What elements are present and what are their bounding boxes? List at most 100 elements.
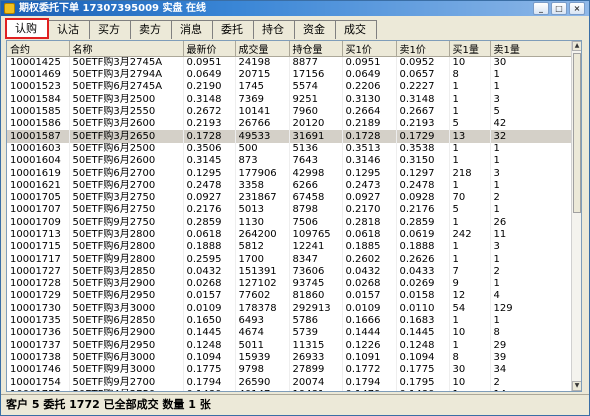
cell-bid1-price: 0.3146 bbox=[342, 155, 397, 168]
table-row[interactable]: 10001715 50ETF购6月2800 0.1888 5812 12241 0.188… bbox=[7, 241, 573, 254]
cell-ask1-price: 0.2193 bbox=[396, 118, 450, 131]
cell-name: 50ETF购9月2800 bbox=[69, 253, 184, 266]
cell-last-price: 0.0951 bbox=[183, 56, 236, 69]
table-row[interactable]: 10001603 50ETF购6月2500 0.3506 500 5136 0.3513 0… bbox=[7, 142, 573, 156]
cell-bid1-qty: 1 bbox=[449, 253, 491, 266]
col-header-bid1-qty[interactable]: 买1量 bbox=[449, 41, 491, 57]
table-row[interactable]: 1000175550ETF购4月27500.148040147194810.14… bbox=[7, 388, 573, 391]
cell-open-interest: 67458 bbox=[289, 191, 343, 205]
table-body: 10001425 50ETF购3月2745A 0.0951 24198 8877 0.09… bbox=[7, 56, 573, 391]
table-row[interactable]: 10001604 50ETF购6月2600 0.3145 873 7643 0.3146 0… bbox=[7, 155, 573, 168]
table-row[interactable]: 10001469 50ETF购3月2794A 0.0649 20715 17156 0.0… bbox=[7, 69, 573, 82]
table-row[interactable]: 10001713 50ETF购3月2800 0.0618 264200 109765 0.… bbox=[7, 228, 573, 242]
cell-last-price: 0.0268 bbox=[183, 278, 236, 291]
close-icon[interactable]: × bbox=[569, 2, 585, 15]
table-row[interactable]: 10001584 50ETF购3月2500 0.3148 7369 9251 0.3130… bbox=[7, 93, 573, 106]
col-header-ask1-qty[interactable]: 卖1量 bbox=[490, 41, 573, 57]
col-header-open-interest[interactable]: 持仓量 bbox=[289, 41, 343, 57]
table-row[interactable]: 10001735 50ETF购6月2850 0.1650 6493 5786 0.1666… bbox=[7, 314, 573, 328]
cell-open-interest: 109765 bbox=[289, 228, 343, 242]
cell-ask1-price: 0.1094 bbox=[396, 351, 450, 365]
table-row[interactable]: 10001727 50ETF购3月2850 0.0432 151391 73606 0.0… bbox=[7, 265, 573, 279]
scroll-thumb[interactable] bbox=[573, 53, 581, 213]
cell-ask1-price: 0.3148 bbox=[396, 93, 450, 106]
cell-ask1-qty: 4 bbox=[490, 290, 573, 303]
table-row[interactable]: 10001707 50ETF购6月2750 0.2176 5013 8798 0.2170… bbox=[7, 204, 573, 217]
tab-sell-side[interactable]: 卖方 bbox=[130, 20, 172, 39]
cell-contract: 10001709 bbox=[7, 216, 70, 229]
cell-name: 50ETF购6月2700 bbox=[69, 179, 184, 192]
cell-ask1-price: 0.0269 bbox=[396, 278, 450, 291]
quote-grid[interactable]: 合约 名称 最新价 成交量 持仓量 买1价 卖1价 买1量 卖1量 100014… bbox=[6, 40, 582, 392]
cell-bid1-qty: 5 bbox=[449, 118, 491, 131]
table-row[interactable]: 10001523 50ETF购6月2745A 0.2190 1745 5574 0.220… bbox=[7, 81, 573, 94]
cell-volume: 10141 bbox=[235, 105, 290, 119]
table-row[interactable]: 10001730 50ETF购3月3000 0.0109 178378 292913 0.… bbox=[7, 302, 573, 315]
title-bar[interactable]: 期权委托下单 17307395009 实盘 在线 _ □ × bbox=[1, 1, 589, 16]
table-row[interactable]: 10001621 50ETF购6月2700 0.2478 3358 6266 0.2473… bbox=[7, 179, 573, 192]
cell-bid1-price: 0.2664 bbox=[342, 105, 397, 119]
col-header-volume[interactable]: 成交量 bbox=[235, 41, 290, 57]
cell-name: 50ETF购6月2950 bbox=[69, 339, 184, 352]
col-header-bid1-price[interactable]: 买1价 bbox=[342, 41, 397, 57]
col-header-name[interactable]: 名称 bbox=[69, 41, 184, 57]
col-header-last-price[interactable]: 最新价 bbox=[183, 41, 236, 57]
cell-ask1-qty: 1 bbox=[490, 69, 573, 82]
scroll-up-icon[interactable]: ▲ bbox=[572, 41, 581, 51]
cell-bid1-qty: 8 bbox=[449, 69, 491, 82]
cell-bid1-price: 0.0109 bbox=[342, 302, 397, 315]
table-row[interactable]: 10001425 50ETF购3月2745A 0.0951 24198 8877 0.09… bbox=[7, 56, 573, 69]
cell-ask1-qty: 39 bbox=[490, 351, 573, 365]
cell-volume: 151391 bbox=[235, 265, 290, 279]
cell-ask1-qty: 1 bbox=[490, 314, 573, 328]
cell-volume: 7369 bbox=[235, 93, 290, 106]
cell-contract: 10001717 bbox=[7, 253, 70, 266]
cell-last-price: 0.2672 bbox=[183, 105, 236, 119]
cell-contract: 10001425 bbox=[7, 56, 70, 69]
maximize-icon[interactable]: □ bbox=[551, 2, 567, 15]
cell-open-interest: 20074 bbox=[289, 376, 343, 389]
tab-funds[interactable]: 资金 bbox=[294, 20, 336, 39]
table-row[interactable]: 10001754 50ETF购9月2700 0.1794 26590 20074 0.17… bbox=[7, 376, 573, 389]
cell-ask1-price: 0.0952 bbox=[396, 56, 450, 69]
table-row[interactable]: 10001587 50ETF购3月2650 0.1728 49533 31691 0.17… bbox=[7, 130, 573, 143]
table-row[interactable]: 10001709 50ETF购9月2750 0.2859 1130 7506 0.2818… bbox=[7, 216, 573, 229]
cell-name: 50ETF购3月2600 bbox=[69, 118, 184, 131]
col-header-contract[interactable]: 合约 bbox=[7, 41, 70, 57]
tab-orders[interactable]: 委托 bbox=[212, 20, 254, 39]
tab-trades[interactable]: 成交 bbox=[335, 20, 377, 39]
cell-bid1-qty: 1 bbox=[449, 93, 491, 106]
table-row[interactable]: 10001736 50ETF购6月2900 0.1445 4674 5739 0.1444… bbox=[7, 327, 573, 340]
table-row[interactable]: 10001585 50ETF购3月2550 0.2672 10141 7960 0.266… bbox=[7, 105, 573, 119]
vertical-scrollbar[interactable]: ▲ ▼ bbox=[571, 41, 581, 391]
cell-contract: 10001586 bbox=[7, 118, 70, 131]
cell-bid1-price: 0.3513 bbox=[342, 142, 397, 156]
cell-volume: 177906 bbox=[235, 167, 290, 180]
cell-contract: 10001737 bbox=[7, 339, 70, 352]
table-row[interactable]: 10001619 50ETF购6月2700 0.1295 177906 42998 0.1… bbox=[7, 167, 573, 180]
tab-buy-side[interactable]: 买方 bbox=[89, 20, 131, 39]
tab-put[interactable]: 认沽 bbox=[48, 20, 90, 39]
cell-contract: 10001715 bbox=[7, 241, 70, 254]
cell-name: 50ETF购6月2900 bbox=[69, 327, 184, 340]
table-row[interactable]: 10001586 50ETF购3月2600 0.2193 26766 20120 0.21… bbox=[7, 118, 573, 131]
tab-messages[interactable]: 消息 bbox=[171, 20, 213, 39]
scroll-down-icon[interactable]: ▼ bbox=[572, 381, 581, 391]
table-row[interactable]: 10001738 50ETF购6月3000 0.1094 15939 26933 0.10… bbox=[7, 351, 573, 365]
cell-volume: 26766 bbox=[235, 118, 290, 131]
tab-positions[interactable]: 持仓 bbox=[253, 20, 295, 39]
table-row[interactable]: 10001746 50ETF购9月3000 0.1775 9798 27899 0.177… bbox=[7, 364, 573, 377]
cell-contract: 10001705 bbox=[7, 191, 70, 205]
table-row[interactable]: 10001705 50ETF购3月2750 0.0927 231867 67458 0.0… bbox=[7, 191, 573, 205]
tab-call[interactable]: 认购 bbox=[5, 18, 49, 39]
minimize-icon[interactable]: _ bbox=[533, 2, 549, 15]
table-row[interactable]: 10001729 50ETF购6月2950 0.0157 77602 81860 0.01… bbox=[7, 290, 573, 303]
table-row[interactable]: 10001728 50ETF购3月2900 0.0268 127102 93745 0.0… bbox=[7, 278, 573, 291]
cell-bid1-price: 0.1444 bbox=[342, 327, 397, 340]
table-row[interactable]: 10001717 50ETF购9月2800 0.2595 1700 8347 0.2602… bbox=[7, 253, 573, 266]
cell-bid1-price: 0.0157 bbox=[342, 290, 397, 303]
table-row[interactable]: 10001737 50ETF购6月2950 0.1248 5011 11315 0.122… bbox=[7, 339, 573, 352]
app-window: 期权委托下单 17307395009 实盘 在线 _ □ × 认购 认沽 买方 … bbox=[0, 0, 590, 416]
cell-bid1-qty: 30 bbox=[449, 364, 491, 377]
col-header-ask1-price[interactable]: 卖1价 bbox=[396, 41, 450, 57]
